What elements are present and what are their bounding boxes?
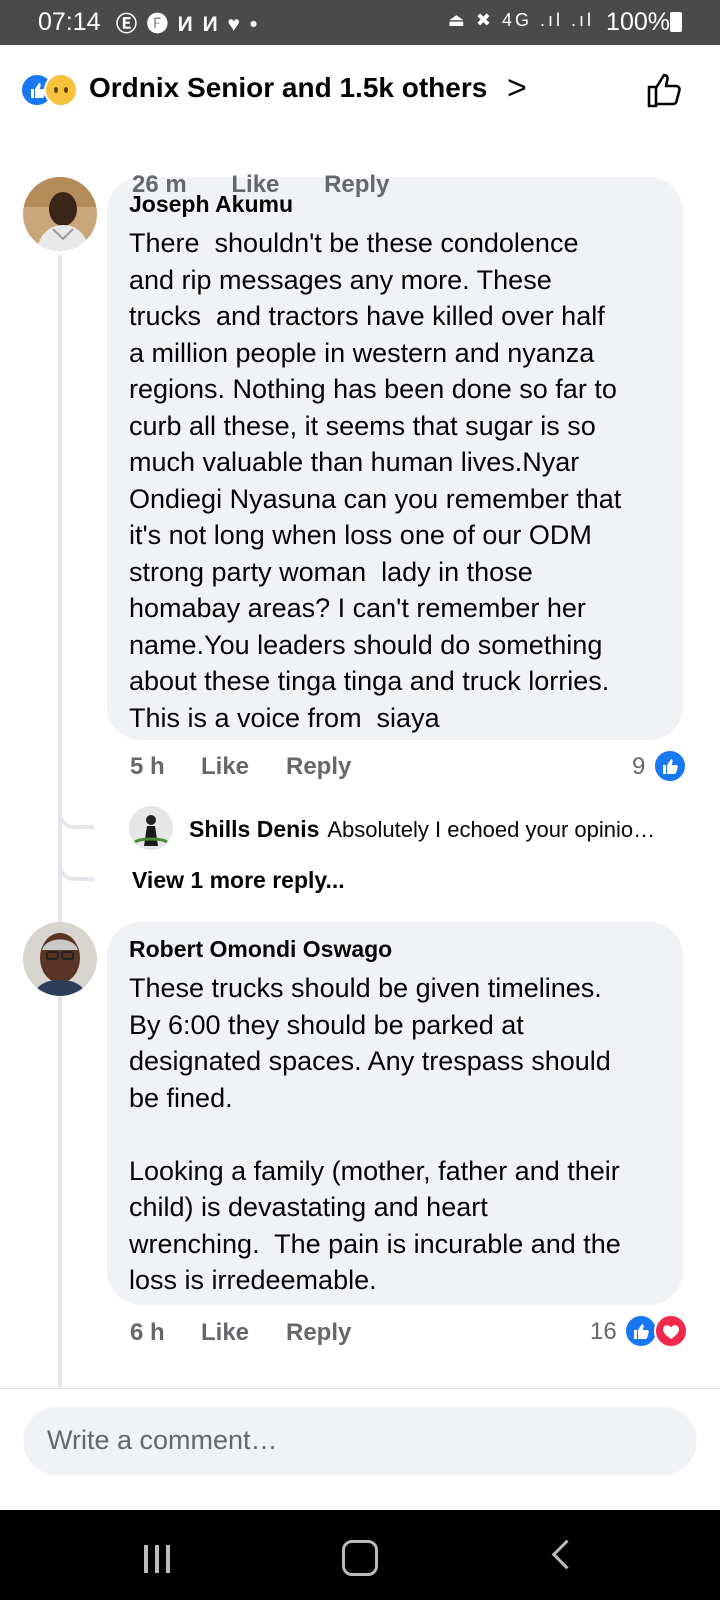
comment-composer: Write a comment… <box>0 1388 720 1510</box>
like-badge-icon <box>624 1314 658 1348</box>
comment-text: These trucks should be given timelines. … <box>129 973 621 1295</box>
status-time: 07:14 <box>38 8 101 36</box>
reactions-summary[interactable]: Ordnix Senior and 1.5k others <box>89 72 487 104</box>
reply-button[interactable]: Reply <box>286 1319 351 1347</box>
reply-connector <box>58 857 94 881</box>
reply-author[interactable]: Shills Denis <box>189 816 319 842</box>
battery-percent: 100% <box>606 8 670 36</box>
reply-connector <box>58 805 94 829</box>
avatar[interactable] <box>23 922 97 996</box>
love-badge-icon <box>654 1314 688 1348</box>
comment-bubble[interactable]: Robert Omondi Oswago These trucks should… <box>107 922 683 1305</box>
joseph-akumu-avatar-image <box>23 177 97 251</box>
comment-author[interactable]: Robert Omondi Oswago <box>129 936 392 963</box>
like-button[interactable]: Like <box>201 1319 249 1347</box>
comment-time: 6 h <box>130 1319 165 1346</box>
reply-button[interactable]: Reply <box>286 753 351 781</box>
reaction-count[interactable]: 9 <box>632 753 645 781</box>
comment-actions: 6 h Like Reply <box>130 1319 430 1349</box>
signal-icons: ⏏ ✖ 4G .ıl .ıl <box>447 10 594 30</box>
previous-like-button[interactable]: Like <box>231 171 279 198</box>
thumbs-up-outline-icon[interactable] <box>645 70 685 110</box>
like-badge-icon <box>653 749 687 783</box>
reaction-count[interactable]: 16 <box>590 1318 617 1346</box>
chevron-right-icon[interactable]: > <box>507 69 527 108</box>
comments-sheet: Ordnix Senior and 1.5k others > 26 m Lik… <box>0 45 720 1510</box>
system-nav-bar <box>0 1510 720 1600</box>
comment-time: 5 h <box>130 753 165 780</box>
sad-reaction-icon <box>44 73 78 107</box>
like-button[interactable]: Like <box>201 753 249 781</box>
reactions-header[interactable]: Ordnix Senior and 1.5k others > <box>0 45 720 135</box>
avatar[interactable] <box>23 177 97 251</box>
comment-bubble[interactable]: Joseph Akumu There shouldn't be these co… <box>107 177 683 740</box>
reply-snippet: Absolutely I echoed your opinio… <box>327 817 656 842</box>
comment-placeholder: Write a comment… <box>47 1425 278 1455</box>
comment-actions: 5 h Like Reply <box>130 753 430 783</box>
shills-denis-avatar-image <box>129 806 173 850</box>
previous-comment-time: 26 m <box>132 171 187 198</box>
previous-comment-actions: 26 m Like Reply <box>132 171 427 199</box>
back-icon[interactable] <box>551 1539 582 1570</box>
comment-input[interactable]: Write a comment… <box>23 1407 697 1475</box>
previous-reply-button[interactable]: Reply <box>324 171 389 198</box>
home-icon[interactable] <box>342 1540 378 1576</box>
battery-icon <box>670 12 682 32</box>
comment-text: There shouldn't be these condolence and … <box>129 228 622 733</box>
notification-icons: Ⓔ 🅕 И И ♥ • <box>116 13 260 36</box>
recents-icon[interactable] <box>144 1545 177 1578</box>
avatar[interactable] <box>129 806 173 850</box>
view-more-replies-link[interactable]: View 1 more reply... <box>132 867 345 894</box>
reply-preview[interactable]: Shills Denis Absolutely I echoed your opi… <box>189 816 655 843</box>
robert-oswago-avatar-image <box>23 922 97 996</box>
status-bar: 07:14 Ⓔ 🅕 И И ♥ • ⏏ ✖ 4G .ıl .ıl 100% <box>0 0 720 45</box>
